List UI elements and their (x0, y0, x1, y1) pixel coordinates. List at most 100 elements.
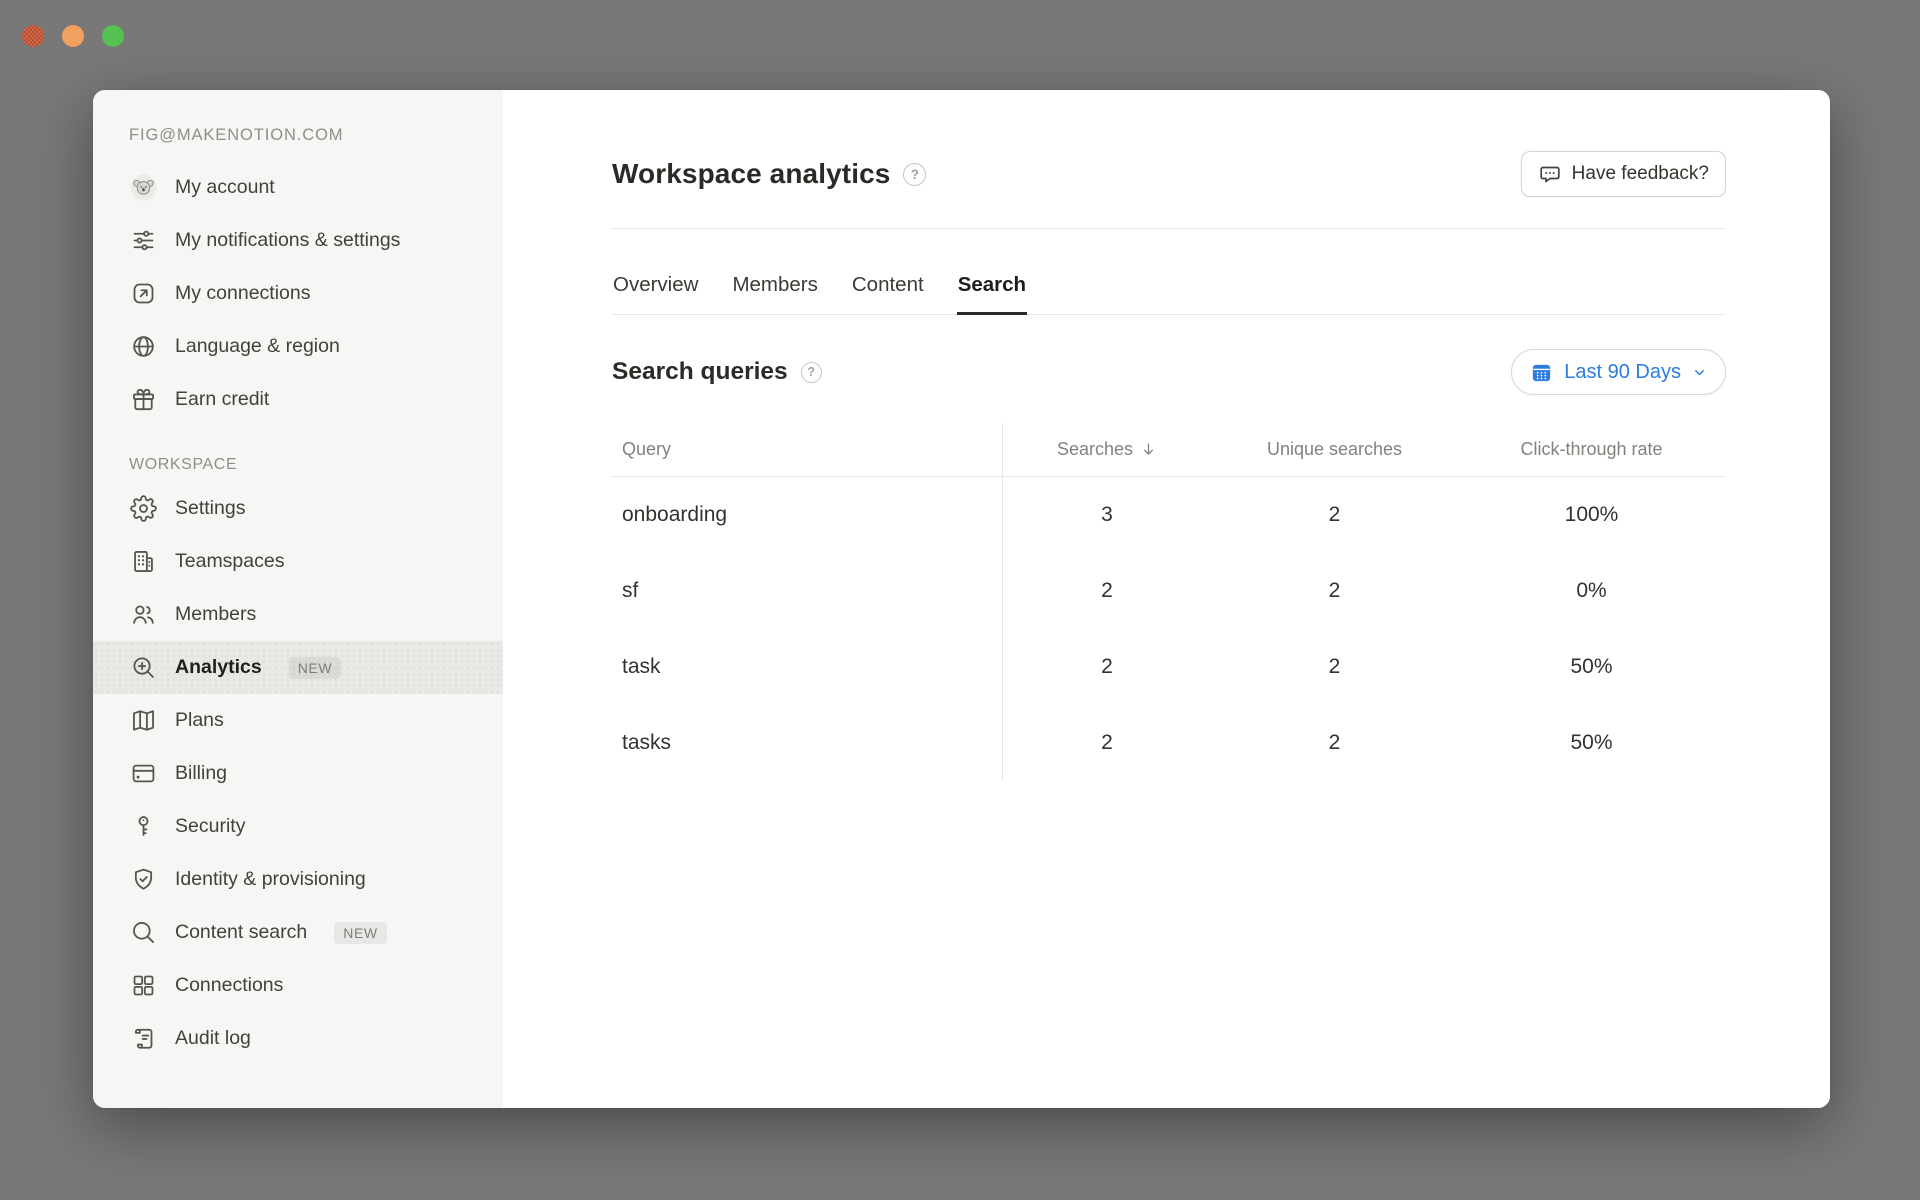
table-header-row: QuerySearchesUnique searchesClick-throug… (612, 423, 1726, 477)
account-section: My account My notifications & settings My … (93, 161, 503, 426)
date-range-button[interactable]: Last 90 Days (1511, 349, 1726, 395)
members-icon (130, 601, 157, 628)
magnifier-icon (130, 919, 157, 946)
page-title: Workspace analytics (612, 158, 890, 190)
sidebar-item-label: Audit log (175, 1025, 251, 1052)
searches-cell: 3 (1002, 503, 1212, 527)
sidebar-item-label: Language & region (175, 333, 340, 360)
table-row: task2250% (612, 629, 1726, 705)
sidebar-item-label: Earn credit (175, 386, 269, 413)
date-range-label: Last 90 Days (1564, 361, 1681, 384)
sidebar-item-label: Members (175, 601, 256, 628)
unique-searches-cell: 2 (1212, 655, 1457, 679)
section-title: Search queries (612, 358, 788, 386)
globe-icon (130, 333, 157, 360)
feedback-button-label: Have feedback? (1572, 163, 1709, 185)
sidebar-item-label: My connections (175, 280, 310, 307)
sidebar-item-label: Teamspaces (175, 548, 284, 575)
sidebar-item-billing[interactable]: Billing (93, 747, 503, 800)
searches-cell: 2 (1002, 579, 1212, 603)
sidebar-item-label: My account (175, 174, 275, 201)
ctr-cell: 50% (1457, 655, 1726, 679)
ctr-cell: 50% (1457, 731, 1726, 755)
tab-overview[interactable]: Overview (612, 257, 699, 314)
sidebar-item-my-notifications-settings[interactable]: My notifications & settings (93, 214, 503, 267)
ctr-cell: 0% (1457, 579, 1726, 603)
column-header-click-through-rate: Click-through rate (1457, 439, 1726, 460)
gear-icon (130, 495, 157, 522)
settings-window: FIG@MAKENOTION.COM My account My notifica… (93, 90, 1830, 1108)
sidebar-item-plans[interactable]: Plans (93, 694, 503, 747)
column-header-query: Query (612, 439, 1002, 460)
tab-search[interactable]: Search (957, 257, 1027, 315)
key-icon (130, 813, 157, 840)
sidebar-item-label: Plans (175, 707, 224, 734)
query-cell: task (612, 655, 1002, 679)
have-feedback-button[interactable]: Have feedback? (1521, 151, 1726, 197)
sidebar-item-audit-log[interactable]: Audit log (93, 1012, 503, 1065)
chevron-down-icon (1692, 365, 1707, 380)
minimize-button[interactable] (62, 25, 84, 47)
gift-icon (130, 386, 157, 413)
header-divider (612, 228, 1726, 229)
calendar-icon (1530, 361, 1553, 384)
magnifier-plus-icon (130, 654, 157, 681)
workspace-section: Settings Teamspaces Members AnalyticsNEW Pla… (93, 482, 503, 1065)
sidebar-item-connections[interactable]: Connections (93, 959, 503, 1012)
settings-sidebar: FIG@MAKENOTION.COM My account My notifica… (93, 90, 503, 1108)
sidebar-item-label: Content search (175, 919, 307, 946)
column-header-unique-searches: Unique searches (1212, 439, 1457, 460)
sidebar-item-content-search[interactable]: Content searchNEW (93, 906, 503, 959)
grid-icon (130, 972, 157, 999)
section-header: Search queries Last 90 Days (612, 349, 1726, 395)
sidebar-item-label: Security (175, 813, 245, 840)
workspace-section-label: WORKSPACE (129, 456, 467, 474)
sidebar-item-security[interactable]: Security (93, 800, 503, 853)
sidebar-item-label: Billing (175, 760, 227, 787)
sliders-icon (130, 227, 157, 254)
sidebar-item-settings[interactable]: Settings (93, 482, 503, 535)
query-cell: tasks (612, 731, 1002, 755)
close-button[interactable] (22, 25, 44, 47)
query-cell: onboarding (612, 503, 1002, 527)
sidebar-item-analytics[interactable]: AnalyticsNEW (93, 641, 503, 694)
sidebar-item-my-connections[interactable]: My connections (93, 267, 503, 320)
sidebar-item-members[interactable]: Members (93, 588, 503, 641)
page-header: Workspace analytics Have feedback? (612, 150, 1726, 198)
building-icon (130, 548, 157, 575)
analytics-tabs: Overview Members Content Search (612, 257, 1726, 315)
scroll-icon (130, 1025, 157, 1052)
sidebar-item-teamspaces[interactable]: Teamspaces (93, 535, 503, 588)
searches-cell: 2 (1002, 731, 1212, 755)
search-queries-table: QuerySearchesUnique searchesClick-throug… (612, 423, 1726, 781)
tab-members[interactable]: Members (731, 257, 818, 314)
searches-cell: 2 (1002, 655, 1212, 679)
chat-bubble-icon (1538, 162, 1562, 186)
sidebar-item-earn-credit[interactable]: Earn credit (93, 373, 503, 426)
sort-desc-icon (1140, 441, 1157, 458)
sidebar-item-language-region[interactable]: Language & region (93, 320, 503, 373)
sidebar-item-label: My notifications & settings (175, 227, 400, 254)
table-row: tasks2250% (612, 705, 1726, 781)
unique-searches-cell: 2 (1212, 579, 1457, 603)
analytics-main: Workspace analytics Have feedback? Overv… (503, 90, 1830, 1108)
map-icon (130, 707, 157, 734)
desktop-background: FIG@MAKENOTION.COM My account My notifica… (0, 0, 1920, 1200)
question-circle-icon[interactable] (801, 362, 822, 383)
question-circle-icon[interactable] (903, 163, 926, 186)
credit-card-icon (130, 760, 157, 787)
table-column-divider (1002, 423, 1003, 781)
new-badge: NEW (289, 657, 341, 679)
zoom-button[interactable] (102, 25, 124, 47)
account-email: FIG@MAKENOTION.COM (129, 126, 467, 145)
shield-check-icon (130, 866, 157, 893)
table-row: sf220% (612, 553, 1726, 629)
sidebar-item-identity-provisioning[interactable]: Identity & provisioning (93, 853, 503, 906)
sidebar-item-my-account[interactable]: My account (93, 161, 503, 214)
table-row: onboarding32100% (612, 477, 1726, 553)
column-header-searches[interactable]: Searches (1002, 439, 1212, 460)
sidebar-item-label: Identity & provisioning (175, 866, 366, 893)
unique-searches-cell: 2 (1212, 503, 1457, 527)
unique-searches-cell: 2 (1212, 731, 1457, 755)
tab-content[interactable]: Content (851, 257, 925, 314)
